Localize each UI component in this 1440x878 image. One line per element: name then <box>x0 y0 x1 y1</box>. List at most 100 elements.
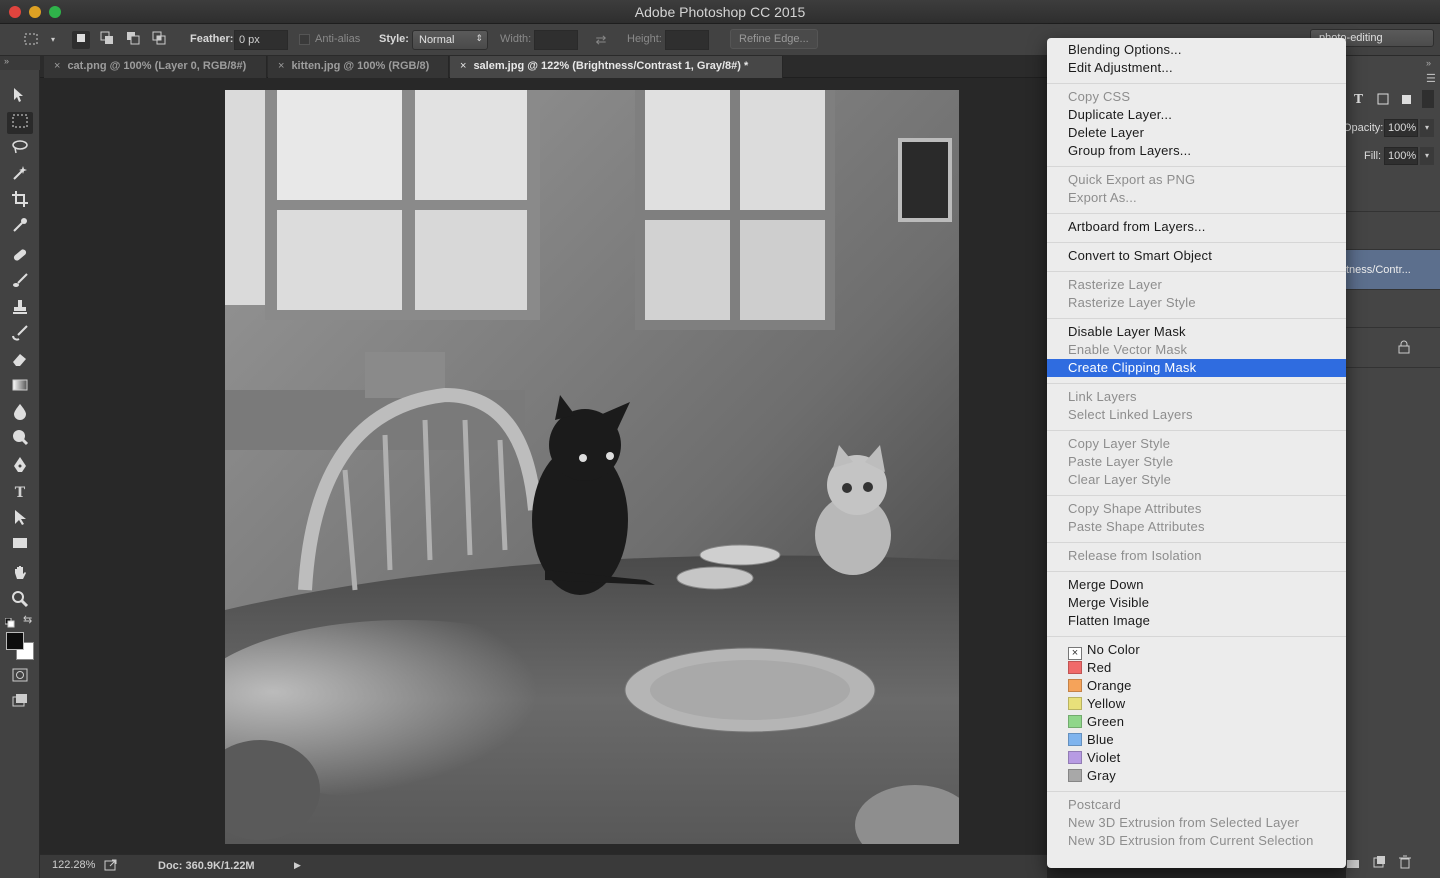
delete-layer-icon[interactable] <box>1398 855 1412 874</box>
marquee-tool-icon[interactable] <box>7 112 33 134</box>
menu-item-create-clipping-mask[interactable]: Create Clipping Mask <box>1047 359 1346 377</box>
tab-close-icon[interactable]: × <box>460 60 466 72</box>
opacity-label: Opacity: <box>1343 122 1384 134</box>
intersect-selection-icon[interactable] <box>150 31 168 49</box>
menu-item-label: Copy CSS <box>1068 89 1131 104</box>
menu-item-merge-visible[interactable]: Merge Visible <box>1047 594 1346 612</box>
document-image[interactable] <box>225 90 959 844</box>
layer-row-selected[interactable]: tness/Contr... <box>1346 250 1440 290</box>
pen-tool-icon[interactable] <box>7 456 33 478</box>
shape-filter-icon[interactable] <box>1376 92 1390 111</box>
eraser-icon[interactable] <box>7 350 33 372</box>
menu-item-new-3d-extrusion-from-current-selection: New 3D Extrusion from Current Selection <box>1047 832 1346 850</box>
fill-input[interactable]: 100% <box>1384 147 1418 165</box>
height-input[interactable] <box>665 30 709 50</box>
preset-dropdown-icon[interactable]: ▾ <box>44 31 62 49</box>
dodge-tool-icon[interactable] <box>7 428 33 450</box>
swap-dimensions-icon[interactable]: ⇄ <box>592 31 610 49</box>
new-layer-icon[interactable] <box>1372 855 1386 874</box>
menu-item-red[interactable]: Red <box>1047 659 1346 677</box>
menu-item-label: Group from Layers... <box>1068 143 1192 158</box>
menu-item-orange[interactable]: Orange <box>1047 677 1346 695</box>
eyedropper-icon[interactable] <box>7 216 33 238</box>
magic-wand-icon[interactable] <box>7 164 33 186</box>
smart-object-filter-icon[interactable] <box>1400 92 1414 111</box>
hand-tool-icon[interactable] <box>7 564 33 586</box>
menu-separator <box>1047 213 1346 214</box>
layer-row[interactable] <box>1346 174 1440 212</box>
tab-close-icon[interactable]: × <box>278 60 284 72</box>
panel-menu-icon[interactable]: ☰ <box>1426 72 1436 85</box>
color-swatch-icon <box>1068 751 1082 764</box>
foreground-color-swatch[interactable] <box>6 632 24 650</box>
layer-row[interactable] <box>1346 290 1440 328</box>
add-to-selection-icon[interactable] <box>98 31 116 49</box>
zoom-level[interactable]: 122.28% <box>52 859 95 871</box>
menu-item-link-layers: Link Layers <box>1047 388 1346 406</box>
status-menu-arrow-icon[interactable]: ▶ <box>294 860 301 871</box>
new-group-icon[interactable] <box>1346 856 1360 874</box>
opacity-input[interactable]: 100% <box>1384 119 1418 137</box>
type-filter-icon[interactable]: T <box>1354 92 1363 106</box>
zoom-tool-icon[interactable] <box>7 590 33 612</box>
brush-tool-icon[interactable] <box>7 272 33 294</box>
toolbar-collapse-icon[interactable]: » <box>0 56 40 70</box>
antialias-checkbox[interactable] <box>299 34 310 45</box>
menu-item-flatten-image[interactable]: Flatten Image <box>1047 612 1346 630</box>
gradient-tool-icon[interactable] <box>7 376 33 398</box>
panel-collapse-icon[interactable]: » <box>1426 58 1431 68</box>
menu-item-disable-layer-mask[interactable]: Disable Layer Mask <box>1047 323 1346 341</box>
quick-mask-icon[interactable] <box>7 666 33 688</box>
new-selection-icon[interactable] <box>72 31 90 49</box>
menu-item-violet[interactable]: Violet <box>1047 749 1346 767</box>
filter-toggle[interactable] <box>1422 90 1434 108</box>
menu-item-edit-adjustment[interactable]: Edit Adjustment... <box>1047 59 1346 77</box>
menu-item-blue[interactable]: Blue <box>1047 731 1346 749</box>
history-brush-icon[interactable] <box>7 324 33 346</box>
fill-dropdown-icon[interactable]: ▾ <box>1420 147 1434 165</box>
layer-row-background[interactable] <box>1346 328 1440 368</box>
menu-separator <box>1047 636 1346 637</box>
export-icon[interactable] <box>104 858 118 875</box>
menu-item-merge-down[interactable]: Merge Down <box>1047 576 1346 594</box>
swap-colors-icon[interactable]: ⇆ <box>23 613 32 626</box>
opacity-dropdown-icon[interactable]: ▾ <box>1420 119 1434 137</box>
screen-mode-icon[interactable] <box>7 692 33 714</box>
tab-kitten-jpg[interactable]: × kitten.jpg @ 100% (RGB/8) <box>268 56 449 78</box>
style-label: Style: <box>379 33 409 45</box>
width-input[interactable] <box>534 30 578 50</box>
menu-item-gray[interactable]: Gray <box>1047 767 1346 785</box>
refine-edge-button[interactable]: Refine Edge... <box>730 29 818 49</box>
menu-item-duplicate-layer[interactable]: Duplicate Layer... <box>1047 106 1346 124</box>
menu-separator <box>1047 383 1346 384</box>
layers-panel: » ☰ T Opacity: 100% ▾ Fill: 100% ▾ tness… <box>1343 56 1440 878</box>
feather-input[interactable]: 0 px <box>234 30 288 50</box>
menu-item-artboard-from-layers[interactable]: Artboard from Layers... <box>1047 218 1346 236</box>
blur-tool-icon[interactable] <box>7 402 33 424</box>
menu-item-no-color[interactable]: × No Color <box>1047 641 1346 660</box>
tab-cat-png[interactable]: × cat.png @ 100% (Layer 0, RGB/8#) <box>44 56 267 78</box>
move-tool-icon[interactable] <box>7 86 33 108</box>
style-select[interactable]: Normal ⇕ <box>412 30 488 50</box>
subtract-from-selection-icon[interactable] <box>124 31 142 49</box>
marquee-preset-icon[interactable] <box>22 31 40 49</box>
menu-item-group-from-layers[interactable]: Group from Layers... <box>1047 142 1346 160</box>
menu-separator <box>1047 542 1346 543</box>
crop-tool-icon[interactable] <box>7 190 33 212</box>
clone-stamp-icon[interactable] <box>7 298 33 320</box>
rectangle-tool-icon[interactable] <box>7 534 33 556</box>
path-select-icon[interactable] <box>7 508 33 530</box>
type-tool-icon[interactable]: T <box>7 482 33 504</box>
canvas-area[interactable] <box>40 78 1047 854</box>
tab-salem-jpg[interactable]: × salem.jpg @ 122% (Brightness/Contrast 1… <box>450 56 783 78</box>
layer-row[interactable] <box>1346 212 1440 250</box>
tab-close-icon[interactable]: × <box>54 60 60 72</box>
menu-item-convert-to-smart-object[interactable]: Convert to Smart Object <box>1047 247 1346 265</box>
default-colors-icon[interactable] <box>4 615 15 628</box>
lasso-tool-icon[interactable] <box>7 138 33 160</box>
menu-item-yellow[interactable]: Yellow <box>1047 695 1346 713</box>
menu-item-green[interactable]: Green <box>1047 713 1346 731</box>
healing-brush-icon[interactable] <box>7 246 33 268</box>
menu-item-blending-options[interactable]: Blending Options... <box>1047 41 1346 59</box>
menu-item-delete-layer[interactable]: Delete Layer <box>1047 124 1346 142</box>
